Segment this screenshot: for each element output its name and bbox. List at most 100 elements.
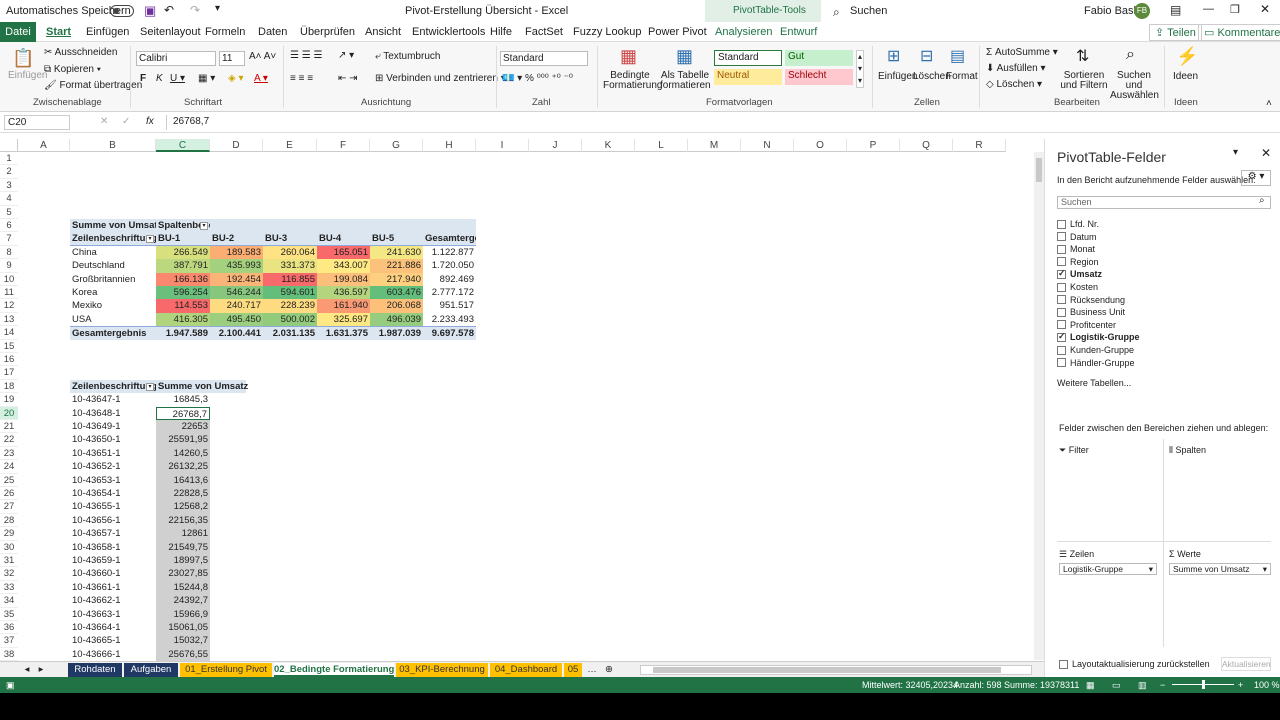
pivot1-value[interactable]: 546.244	[210, 286, 263, 300]
tab-entwurf[interactable]: Entwurf	[780, 26, 817, 38]
field-checkbox[interactable]	[1057, 282, 1066, 292]
field-checkbox[interactable]	[1057, 345, 1066, 355]
row-header[interactable]: 24	[0, 460, 18, 474]
minimize-icon[interactable]: —	[1203, 3, 1214, 15]
field-checkbox[interactable]	[1057, 295, 1066, 305]
column-header[interactable]: F	[317, 139, 370, 152]
row-header[interactable]: 19	[0, 393, 18, 407]
style-schlecht[interactable]: Schlecht	[785, 69, 853, 85]
pivot2-value[interactable]: 24392,7	[156, 594, 210, 608]
column-header[interactable]: E	[263, 139, 317, 152]
pivot1-total-value[interactable]: 1.947.589	[156, 326, 210, 340]
row-filter-dropdown-icon[interactable]: ▾	[146, 235, 154, 244]
format-painter-button[interactable]: 🖌 Format übertragen	[44, 80, 142, 91]
function-icon[interactable]: fx	[146, 116, 154, 127]
insert-cells-button[interactable]: Einfügen	[878, 71, 917, 82]
row-header[interactable]: 31	[0, 554, 18, 568]
pivot2-row-label[interactable]: 10-43655-1	[70, 500, 156, 513]
field-checkbox[interactable]	[1057, 219, 1066, 229]
pivot1-value[interactable]: 192.454	[210, 272, 263, 286]
pivot1-col-label[interactable]: BU-4	[317, 232, 370, 246]
tab-daten[interactable]: Daten	[258, 26, 287, 38]
more-tables-link[interactable]: Weitere Tabellen...	[1057, 378, 1131, 388]
row-header[interactable]: 10	[0, 273, 18, 286]
pivot2-value[interactable]: 25676,55	[156, 647, 210, 661]
row-header[interactable]: 29	[0, 527, 18, 541]
zoom-out-icon[interactable]: −	[1160, 680, 1165, 690]
row-header[interactable]: 1	[0, 152, 18, 166]
pivot1-value[interactable]: 166.136	[156, 272, 210, 286]
field-item[interactable]: Rücksendung	[1057, 295, 1125, 305]
field-checkbox[interactable]	[1057, 331, 1066, 342]
formula-input[interactable]: 26768,7	[166, 115, 1276, 130]
pivot1-value[interactable]: 892.469	[423, 273, 476, 286]
normal-view-icon[interactable]: ▦	[1086, 680, 1095, 691]
pivot1-total-label[interactable]: Gesamtergebnis	[70, 326, 156, 340]
column-header[interactable]: O	[794, 139, 847, 152]
pivot2-value[interactable]: 15032,7	[156, 634, 210, 648]
row-header[interactable]: 7	[0, 232, 18, 246]
row-header[interactable]: 17	[0, 366, 18, 380]
collapse-ribbon-icon[interactable]: ˄	[1266, 98, 1272, 109]
pivot2-value[interactable]: 22156,35	[156, 513, 210, 528]
pivot2-row-label[interactable]: 10-43654-1	[70, 487, 156, 500]
pivot2-value[interactable]: 15244,8	[156, 580, 210, 595]
sheet-tab[interactable]: 03_KPI-Berechnung	[396, 663, 488, 677]
pivot1-value[interactable]: 1.720.050	[423, 259, 476, 272]
pivot1-total-value[interactable]: 2.031.135	[263, 326, 317, 340]
row-header[interactable]: 22	[0, 433, 18, 447]
pivot1-value[interactable]: 161.940	[317, 299, 370, 313]
copy-button[interactable]: ⧉ Kopieren ▾	[44, 64, 101, 75]
row-header[interactable]: 28	[0, 514, 18, 528]
field-item[interactable]: Monat	[1057, 244, 1095, 254]
pivot1-row-label[interactable]: USA	[70, 313, 156, 326]
field-item[interactable]: Business Unit	[1057, 307, 1125, 317]
pivot1-value[interactable]: 416.305	[156, 312, 210, 327]
pivot1-col-label[interactable]: BU-2	[210, 232, 263, 246]
pivot1-value[interactable]: 2.777.172	[423, 286, 476, 299]
style-neutral[interactable]: Neutral	[714, 69, 782, 85]
row-header[interactable]: 4	[0, 192, 18, 206]
pivot1-total-value[interactable]: 1.987.039	[370, 326, 423, 340]
field-checkbox[interactable]	[1057, 244, 1066, 254]
pivot2-row-label[interactable]: 10-43659-1	[70, 554, 156, 567]
pivot2-value[interactable]: 15061,05	[156, 621, 210, 635]
pivot1-value[interactable]: 325.697	[317, 312, 370, 327]
tab-datei[interactable]: Datei	[0, 22, 36, 42]
cut-button[interactable]: ✂ Ausschneiden	[44, 47, 117, 58]
pivot1-value[interactable]: 496.039	[370, 312, 423, 327]
pivot2-value-header[interactable]: Summe von Umsatz	[156, 379, 248, 394]
indent-icon[interactable]: ⇤ ⇥	[338, 73, 358, 84]
row-header[interactable]: 6	[0, 219, 18, 233]
page-layout-icon[interactable]: ▭	[1112, 680, 1121, 691]
pivot2-row-label[interactable]: 10-43656-1	[70, 514, 156, 527]
pivot2-value[interactable]: 18997,5	[156, 554, 210, 568]
tab-hilfe[interactable]: Hilfe	[490, 26, 512, 38]
tab-start[interactable]: Start	[46, 26, 71, 38]
column-header[interactable]: N	[741, 139, 794, 152]
column-filter-dropdown-icon[interactable]: ▾	[200, 222, 208, 230]
vertical-scrollbar[interactable]	[1034, 152, 1044, 660]
grow-font-icon[interactable]: A˄ A˅	[249, 51, 276, 62]
tell-me-search[interactable]: Suchen	[850, 5, 887, 17]
bold-button[interactable]: F	[140, 73, 146, 84]
column-header[interactable]: L	[635, 139, 688, 152]
font-size-select[interactable]: 11	[219, 51, 245, 66]
field-checkbox[interactable]	[1057, 307, 1066, 317]
update-button[interactable]: Aktualisieren	[1221, 657, 1271, 671]
pivot1-value[interactable]: 1.122.877	[423, 246, 476, 259]
pivot2-row-label[interactable]: 10-43650-1	[70, 433, 156, 446]
sheet-prev-icon[interactable]: ◂	[20, 663, 34, 677]
pivot1-value[interactable]: 189.583	[210, 245, 263, 260]
autosave-toggle[interactable]	[110, 5, 134, 17]
pivot1-value[interactable]: 114.553	[156, 299, 210, 313]
pivot2-value[interactable]: 15966,9	[156, 607, 210, 621]
more-sheets-icon[interactable]: …	[585, 663, 599, 677]
rows-field-logistik[interactable]: Logistik-Gruppe ▾	[1059, 563, 1157, 575]
tab-ansicht[interactable]: Ansicht	[365, 26, 401, 38]
pivot2-row-label[interactable]: 10-43662-1	[70, 594, 156, 607]
pivot1-row-label[interactable]: Mexiko	[70, 299, 156, 312]
column-header[interactable]: D	[210, 139, 263, 152]
pivot1-value[interactable]: 266.549	[156, 245, 210, 260]
pivot1-row-label[interactable]: Deutschland	[70, 259, 156, 272]
